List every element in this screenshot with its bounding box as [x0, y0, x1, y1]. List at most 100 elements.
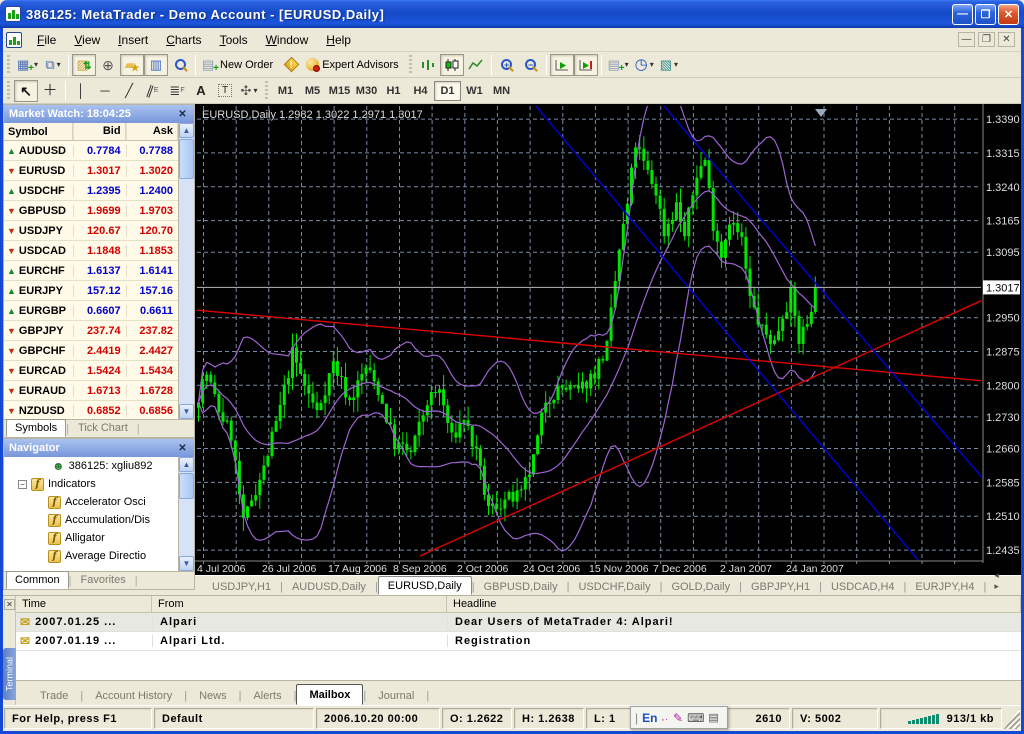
vertical-line-button[interactable]: │: [69, 80, 93, 102]
ime-language-label[interactable]: En: [642, 711, 657, 725]
arrows-button[interactable]: ✣▾: [237, 80, 261, 102]
navigator-indicator-item[interactable]: fAlligator: [4, 529, 178, 547]
market-watch-row[interactable]: ▲EURCHF1.61371.6141: [4, 261, 178, 281]
trendline-button[interactable]: ╱: [117, 80, 141, 102]
market-watch-row[interactable]: ▼EURAUD1.67131.6728: [4, 381, 178, 401]
dropdown-arrow-icon[interactable]: ▾: [674, 60, 678, 69]
price-chart[interactable]: 1.33901.33151.32401.31651.30951.29501.28…: [195, 104, 1021, 575]
collapse-icon[interactable]: −: [18, 480, 27, 489]
market-watch-close-icon[interactable]: ✕: [176, 109, 189, 120]
text-button[interactable]: A: [189, 80, 213, 102]
cursor-button[interactable]: ↖: [14, 80, 38, 102]
market-watch-toggle-button[interactable]: ▥: [144, 54, 168, 76]
navigator-indicator-item[interactable]: fAccelerator Osci: [4, 493, 178, 511]
navigator-caption[interactable]: Navigator ✕: [4, 439, 194, 457]
status-profile[interactable]: Default: [154, 708, 314, 729]
market-watch-row[interactable]: ▲AUDUSD0.77840.7788: [4, 141, 178, 161]
toolbar-grip[interactable]: [6, 55, 11, 75]
expert-advisors-button[interactable]: Expert Advisors: [303, 54, 404, 76]
column-symbol[interactable]: Symbol: [4, 123, 73, 140]
market-watch-row[interactable]: ▲EURGBP0.66070.6611: [4, 301, 178, 321]
column-from[interactable]: From: [152, 596, 447, 613]
terminal-tab-account-history[interactable]: Account History: [83, 686, 184, 705]
navigator-scrollbar[interactable]: ▲ ▼: [178, 457, 194, 571]
menu-item-view[interactable]: View: [65, 29, 109, 51]
profiles-button[interactable]: ⧉▾: [41, 54, 65, 76]
timeframe-d1-button[interactable]: D1: [434, 81, 461, 101]
timeframe-m30-button[interactable]: M30: [353, 81, 380, 101]
resize-grip[interactable]: [1004, 708, 1020, 729]
ime-pen-icon[interactable]: ✎: [673, 711, 683, 725]
navigator-close-icon[interactable]: ✕: [176, 443, 189, 454]
toolbar-grip[interactable]: [6, 81, 11, 101]
crosshair-target-button[interactable]: ⊕: [96, 54, 120, 76]
title-bar[interactable]: 386125: MetaTrader - Demo Account - [EUR…: [0, 0, 1024, 28]
column-time[interactable]: Time: [16, 596, 152, 613]
crosshair-button[interactable]: ＋: [38, 80, 62, 102]
dropdown-arrow-icon[interactable]: ▾: [625, 60, 629, 69]
restore-button[interactable]: ❐: [975, 4, 996, 25]
market-watch-row[interactable]: ▲EURJPY157.12157.16: [4, 281, 178, 301]
scroll-down-icon[interactable]: ▼: [179, 556, 194, 571]
mdi-close-button[interactable]: ✕: [998, 32, 1015, 47]
ime-punctuation-icon[interactable]: ,.: [661, 712, 669, 723]
terminal-tab-journal[interactable]: Journal: [366, 686, 426, 705]
column-bid[interactable]: Bid: [73, 123, 125, 140]
market-watch-row[interactable]: ▼USDCAD1.18481.1853: [4, 241, 178, 261]
chart-tab-eurjpy-h4[interactable]: EURJPY,H4: [906, 578, 983, 595]
terminal-tab-alerts[interactable]: Alerts: [241, 686, 293, 705]
scroll-up-icon[interactable]: ▲: [179, 123, 194, 138]
column-headline[interactable]: Headline: [447, 596, 1021, 613]
tab-favorites[interactable]: Favorites: [71, 571, 134, 589]
candlestick-chart-button[interactable]: [440, 54, 464, 76]
dropdown-arrow-icon[interactable]: ▾: [650, 60, 654, 69]
navigator-group-indicators[interactable]: −fIndicators: [4, 475, 178, 493]
mail-row[interactable]: ✉2007.01.25 ...AlpariDear Users of MetaT…: [16, 613, 1021, 632]
scroll-down-icon[interactable]: ▼: [179, 404, 194, 419]
indicators-button[interactable]: ▤+▾: [605, 54, 632, 76]
terminal-tab-trade[interactable]: Trade: [28, 686, 80, 705]
warning-button[interactable]: !: [279, 54, 303, 76]
terminal-close-icon[interactable]: ✕: [4, 599, 15, 610]
chart-tab-gbpjpy-h1[interactable]: GBPJPY,H1: [742, 578, 819, 595]
timeframe-mn-button[interactable]: MN: [488, 81, 515, 101]
text-label-button[interactable]: T: [213, 80, 237, 102]
chart-tab-usdjpy-h1[interactable]: USDJPY,H1: [203, 578, 280, 595]
chart-area[interactable]: 1.33901.33151.32401.31651.30951.29501.28…: [195, 104, 1021, 575]
zoom-out-button[interactable]: −: [519, 54, 543, 76]
market-watch-row[interactable]: ▼GBPJPY237.74237.82: [4, 321, 178, 341]
ime-grip[interactable]: |: [635, 711, 638, 725]
tab-scroll-arrows[interactable]: ◂ ▸: [986, 570, 1021, 595]
timeframe-h1-button[interactable]: H1: [380, 81, 407, 101]
tab-common[interactable]: Common: [6, 571, 69, 589]
new-order-button[interactable]: ▤+New Order: [199, 54, 279, 76]
menu-item-file[interactable]: File: [28, 29, 65, 51]
menu-item-tools[interactable]: Tools: [211, 29, 257, 51]
menu-item-charts[interactable]: Charts: [157, 29, 210, 51]
bar-chart-button[interactable]: [416, 54, 440, 76]
tab-tick-chart[interactable]: Tick Chart: [69, 419, 137, 437]
navigator-account-item[interactable]: ☻386125: xgliu892: [4, 457, 178, 475]
menu-item-window[interactable]: Window: [257, 29, 318, 51]
scroll-up-icon[interactable]: ▲: [179, 457, 194, 472]
timeframe-m5-button[interactable]: M5: [299, 81, 326, 101]
new-chart-button[interactable]: ▦+▾: [14, 54, 41, 76]
navigator-indicator-item[interactable]: fAverage Directio: [4, 547, 178, 565]
terminal-vertical-tab[interactable]: Terminal: [3, 648, 16, 700]
minimize-button[interactable]: —: [952, 4, 973, 25]
dropdown-arrow-icon[interactable]: ▾: [57, 60, 61, 69]
horizontal-line-button[interactable]: ─: [93, 80, 117, 102]
dropdown-arrow-icon[interactable]: ▾: [253, 86, 257, 95]
menu-item-insert[interactable]: Insert: [109, 29, 157, 51]
market-watch-caption[interactable]: Market Watch: 18:04:25 ✕: [4, 105, 194, 123]
market-watch-row[interactable]: ▼USDJPY120.67120.70: [4, 221, 178, 241]
timeframe-w1-button[interactable]: W1: [461, 81, 488, 101]
zoom-in-button[interactable]: +: [495, 54, 519, 76]
data-window-button[interactable]: [168, 54, 192, 76]
market-watch-row[interactable]: ▼NZDUSD0.68520.6856: [4, 401, 178, 419]
chart-tab-usdcad-h4[interactable]: USDCAD,H4: [822, 578, 904, 595]
templates-button[interactable]: ▧▾: [657, 54, 681, 76]
column-ask[interactable]: Ask: [126, 123, 178, 140]
chart-tab-gbpusd-daily[interactable]: GBPUSD,Daily: [475, 578, 567, 595]
periods-button[interactable]: ◷▾: [632, 54, 657, 76]
